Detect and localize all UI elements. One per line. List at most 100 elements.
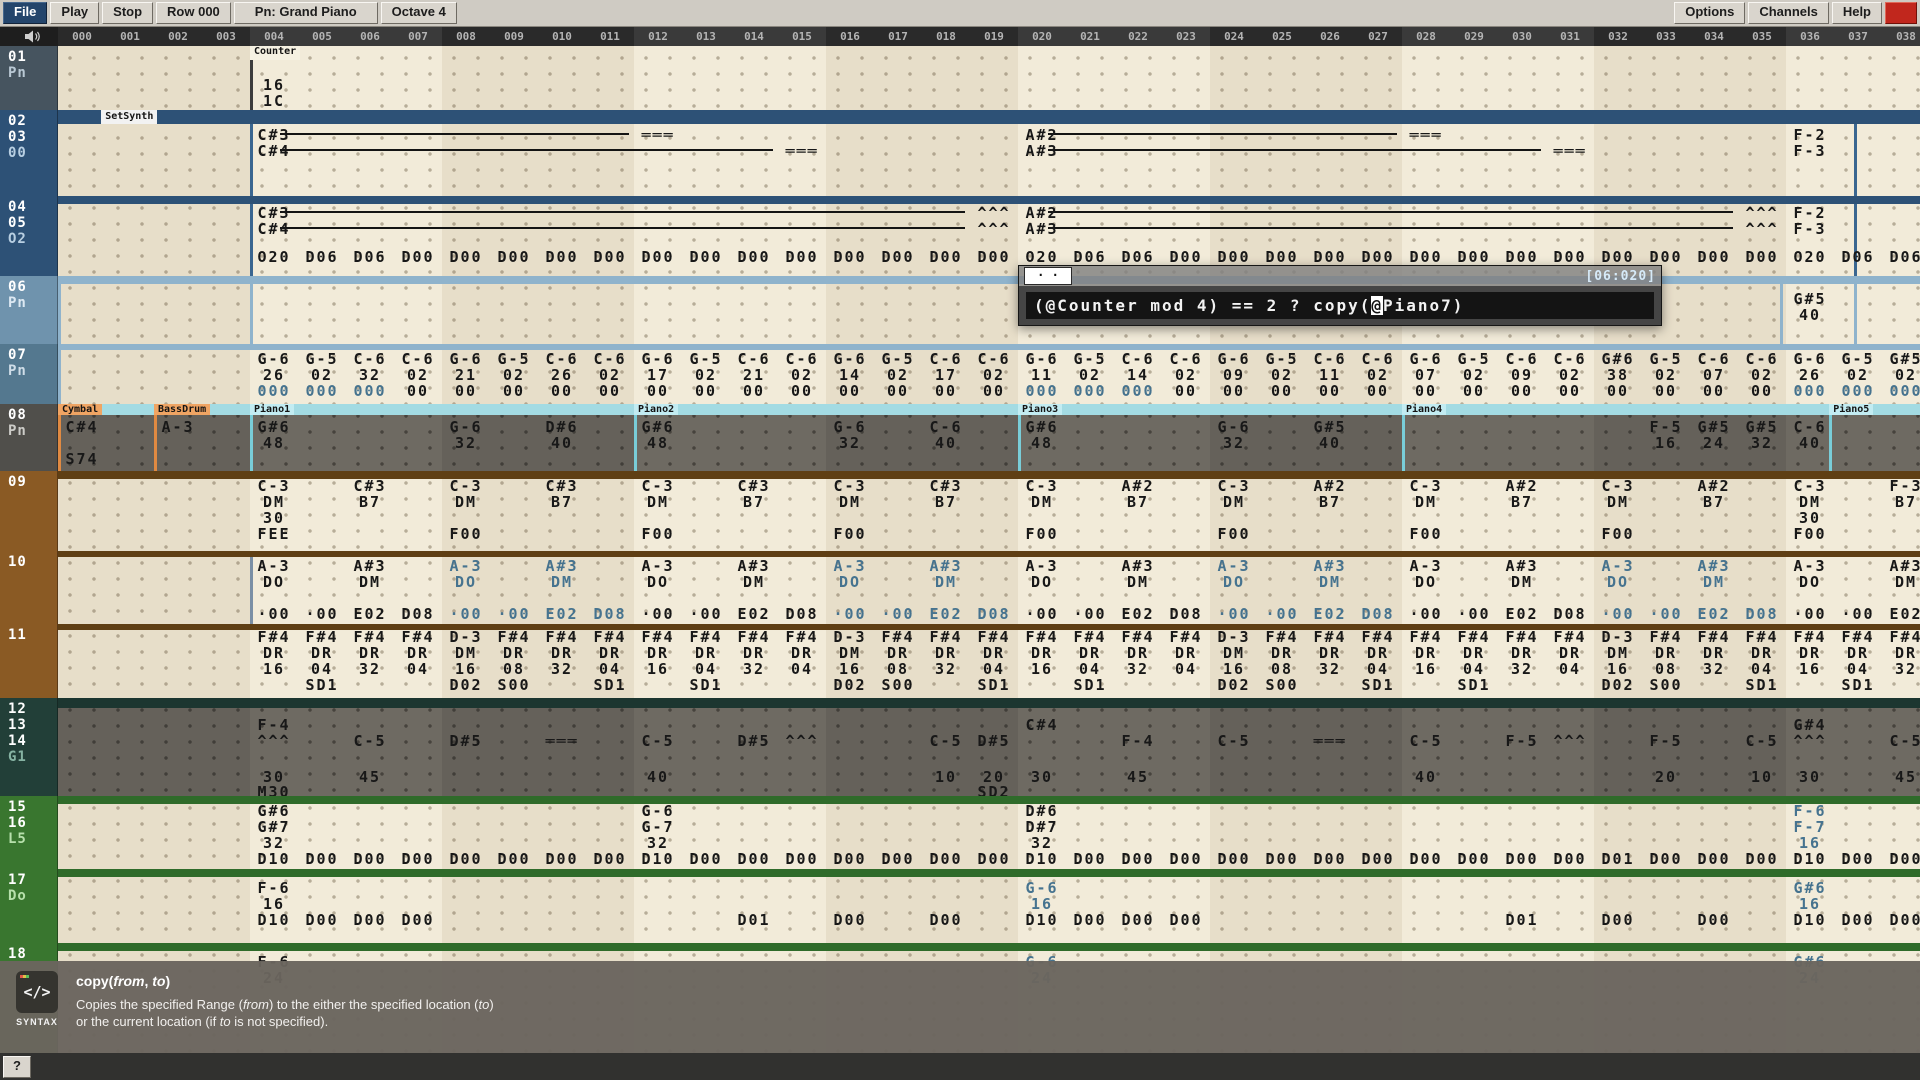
cell[interactable]: C-640: [1786, 418, 1834, 450]
cell[interactable]: G#648: [634, 418, 682, 450]
cell[interactable]: ·00: [1018, 605, 1066, 621]
cell-value[interactable]: O20: [250, 248, 298, 264]
cell-value[interactable]: D00: [1210, 248, 1258, 264]
cell[interactable]: F#4DR04SD1: [298, 628, 346, 692]
channel-header-07[interactable]: 07Pn: [0, 344, 58, 404]
cell-value[interactable]: D00: [1066, 911, 1114, 927]
pattern-tag-cymbal[interactable]: Cymbal: [58, 404, 102, 415]
cell[interactable]: G#524: [1690, 418, 1738, 450]
cell[interactable]: F-4: [1114, 732, 1162, 748]
cell[interactable]: A#2: [1018, 204, 1066, 220]
cell-value[interactable]: D00: [874, 850, 922, 866]
cell[interactable]: G-50200: [1450, 350, 1498, 398]
cell[interactable]: G-61700: [634, 350, 682, 398]
cell[interactable]: F-2: [1786, 204, 1834, 220]
cell-value[interactable]: D00: [490, 248, 538, 264]
cell[interactable]: D08: [970, 605, 1018, 621]
cell-value[interactable]: D00: [1114, 911, 1162, 927]
cell[interactable]: G-50200: [1642, 350, 1690, 398]
channel-header-09[interactable]: 09: [0, 471, 58, 551]
cell[interactable]: G-502000: [1066, 350, 1114, 398]
cell[interactable]: E02: [730, 605, 778, 621]
cell-value[interactable]: D00: [1738, 850, 1786, 866]
cell[interactable]: 20: [970, 768, 1018, 784]
cell-value[interactable]: D00: [1498, 850, 1546, 866]
cell-value[interactable]: D10: [1018, 850, 1066, 866]
cell-value[interactable]: D00: [1594, 911, 1642, 927]
cell[interactable]: D#5: [970, 732, 1018, 748]
cell[interactable]: C-3DMF00: [634, 477, 682, 541]
cell[interactable]: F#4DR32: [346, 628, 394, 676]
column-header-036[interactable]: 036: [1786, 27, 1834, 46]
cell-value[interactable]: D06: [1882, 248, 1920, 264]
cell[interactable]: 40: [634, 768, 682, 784]
cell-value[interactable]: D00: [1546, 248, 1594, 264]
cell-edit-box[interactable]: · ·: [1024, 267, 1072, 285]
cell[interactable]: F#4DR32: [1306, 628, 1354, 676]
cell[interactable]: F#4DR16: [250, 628, 298, 676]
cell[interactable]: F#4DR32: [1114, 628, 1162, 676]
menu-button-help[interactable]: Help: [1832, 2, 1882, 24]
cell[interactable]: A#3DM: [1114, 557, 1162, 589]
cell[interactable]: G#648: [1018, 418, 1066, 450]
cell[interactable]: C-61700: [922, 350, 970, 398]
cell[interactable]: G-50200: [490, 350, 538, 398]
cell[interactable]: ·00: [298, 605, 346, 621]
cell[interactable]: F#4DR08S00: [1258, 628, 1306, 692]
cell[interactable]: C-60200: [1162, 350, 1210, 398]
cell[interactable]: C-5: [634, 732, 682, 748]
cell[interactable]: F#4DR04SD1: [1834, 628, 1882, 692]
cell[interactable]: C-5: [346, 732, 394, 748]
cell-value[interactable]: D00: [730, 248, 778, 264]
cell-value[interactable]: D00: [1498, 248, 1546, 264]
cell[interactable]: F-616: [250, 879, 298, 911]
menu-button-stop[interactable]: Stop: [102, 2, 153, 24]
cell-value[interactable]: D01: [730, 911, 778, 927]
cell[interactable]: G#502000: [1882, 350, 1920, 398]
column-header-009[interactable]: 009: [490, 27, 538, 46]
cell-value[interactable]: D00: [826, 911, 874, 927]
column-header-007[interactable]: 007: [394, 27, 442, 46]
cell[interactable]: ·00: [1066, 605, 1114, 621]
cell-value[interactable]: D00: [442, 850, 490, 866]
column-header-013[interactable]: 013: [682, 27, 730, 46]
cell[interactable]: ═══: [778, 142, 826, 158]
cell-value[interactable]: D00: [922, 911, 970, 927]
cell[interactable]: F#4DR04SD1: [586, 628, 634, 692]
cell[interactable]: C-60200: [1738, 350, 1786, 398]
cell[interactable]: A-3: [154, 418, 202, 434]
cell[interactable]: A-3DO: [634, 557, 682, 589]
cell[interactable]: D-3DM16D02: [1210, 628, 1258, 692]
cell[interactable]: G#616: [1786, 879, 1834, 911]
column-header-002[interactable]: 002: [154, 27, 202, 46]
cell[interactable]: G-502000: [298, 350, 346, 398]
cell[interactable]: 45: [346, 768, 394, 784]
cell-value[interactable]: D06: [298, 248, 346, 264]
cell-value[interactable]: D00: [1306, 248, 1354, 264]
cell[interactable]: C#3: [250, 126, 298, 142]
menu-button-options[interactable]: Options: [1674, 2, 1745, 24]
cell[interactable]: C-3DMF00: [1594, 477, 1642, 541]
cell[interactable]: D#640: [538, 418, 586, 450]
cell[interactable]: ^^^: [1738, 204, 1786, 220]
cell[interactable]: ·00: [250, 605, 298, 621]
cell[interactable]: F#4DR32: [1690, 628, 1738, 676]
cell[interactable]: A#2B7: [1306, 477, 1354, 509]
cell[interactable]: E02: [1498, 605, 1546, 621]
channel-header-11[interactable]: 11: [0, 624, 58, 698]
cell[interactable]: C-61100: [1306, 350, 1354, 398]
cell[interactable]: ═══: [1402, 126, 1450, 142]
pattern-tag-setsynth[interactable]: SetSynth: [101, 110, 157, 124]
cell[interactable]: ═══: [538, 732, 586, 748]
cell-value[interactable]: D00: [1594, 248, 1642, 264]
column-header-028[interactable]: 028: [1402, 27, 1450, 46]
cell[interactable]: D-3DM16D02: [1594, 628, 1642, 692]
column-header-031[interactable]: 031: [1546, 27, 1594, 46]
cell[interactable]: G-632: [442, 418, 490, 450]
cell[interactable]: A#2B7: [1498, 477, 1546, 509]
cell[interactable]: F#4DR32: [922, 628, 970, 676]
column-header-006[interactable]: 006: [346, 27, 394, 46]
cell[interactable]: C-5: [1402, 732, 1450, 748]
cell[interactable]: C-5: [1882, 732, 1920, 748]
cell[interactable]: C#4: [250, 142, 298, 158]
